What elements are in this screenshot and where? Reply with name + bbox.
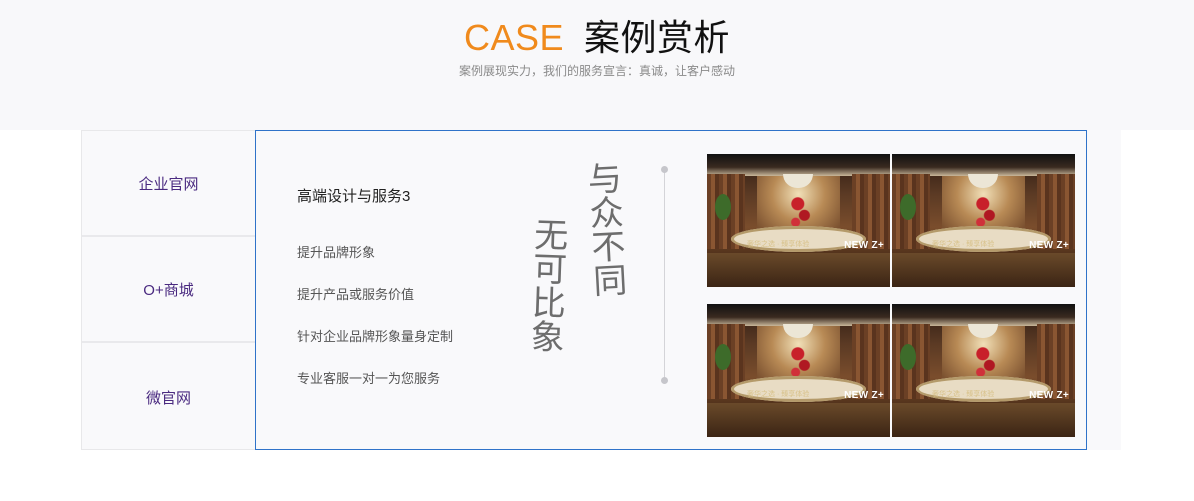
case-thumbnail[interactable]: 奢华之选 · 臻享体验 NEW Z+ — [707, 154, 890, 287]
title-chinese: 案例赏析 — [584, 17, 731, 58]
plant-shape — [900, 344, 916, 370]
thumbnail-badge: NEW Z+ — [1029, 240, 1069, 251]
section-subtitle: 案例展现实力，我们的服务宣言：真诚，让客户感动 — [458, 64, 735, 78]
thumbnail-caption: 奢华之选 · 臻享体验 — [747, 391, 810, 398]
case-panel: 高端设计与服务3 提升品牌形象 提升产品或服务价值 针对企业品牌形象量身定制 专… — [255, 130, 1087, 450]
tab-o-plus-mall[interactable]: O+商城 — [82, 237, 255, 343]
floor-shape — [707, 253, 890, 287]
feature-item: 专业客服一对一为您服务 — [297, 371, 441, 386]
plant-shape — [715, 344, 731, 370]
calligraphy-right-column: 与众不同 — [580, 160, 628, 298]
calligraphy-left-column: 无可比象 — [523, 216, 569, 354]
thumbnail-caption: 奢华之选 · 臻享体验 — [932, 241, 995, 248]
panel-shadow-strip — [1087, 130, 1121, 450]
section-header: CASE 案例赏析 案例展现实力，我们的服务宣言：真诚，让客户感动 — [0, 0, 1194, 130]
tab-micro-site[interactable]: 微官网 — [82, 343, 255, 451]
thumbnail-caption: 奢华之选 · 臻享体验 — [747, 241, 810, 248]
thumbnail-caption: 奢华之选 · 臻享体验 — [932, 391, 995, 398]
floor-shape — [707, 403, 890, 437]
plant-shape — [900, 194, 916, 220]
ceiling-shape — [707, 304, 890, 326]
tab-label: 微官网 — [145, 389, 191, 407]
case-thumbnail[interactable]: 奢华之选 · 臻享体验 NEW Z+ — [892, 304, 1075, 437]
thumbnail-badge: NEW Z+ — [1029, 390, 1069, 401]
case-thumbnail[interactable]: 奢华之选 · 臻享体验 NEW Z+ — [707, 304, 890, 437]
thumbnail-badge: NEW Z+ — [844, 240, 884, 251]
ceiling-shape — [892, 154, 1075, 176]
divider-dot-bottom — [661, 377, 668, 384]
divider-line — [664, 169, 665, 381]
tab-label: O+商城 — [143, 281, 194, 299]
tab-enterprise-site[interactable]: 企业官网 — [82, 131, 255, 237]
case-thumbnail[interactable]: 奢华之选 · 臻享体验 NEW Z+ — [892, 154, 1075, 287]
feature-item: 提升产品或服务价值 — [297, 287, 415, 302]
floor-shape — [892, 253, 1075, 287]
feature-item: 提升品牌形象 — [297, 245, 376, 260]
panel-heading: 高端设计与服务3 — [297, 188, 411, 205]
ceiling-shape — [892, 304, 1075, 326]
feature-item: 针对企业品牌形象量身定制 — [297, 329, 454, 344]
divider-dot-top — [661, 166, 668, 173]
floor-shape — [892, 403, 1075, 437]
ceiling-shape — [707, 154, 890, 176]
case-category-tabs: 企业官网 O+商城 微官网 — [81, 130, 255, 450]
tab-label: 企业官网 — [138, 175, 199, 193]
thumbnail-badge: NEW Z+ — [844, 390, 884, 401]
section-title: CASE 案例赏析 — [0, 16, 1194, 60]
plant-shape — [715, 194, 731, 220]
title-english: CASE — [463, 17, 565, 58]
